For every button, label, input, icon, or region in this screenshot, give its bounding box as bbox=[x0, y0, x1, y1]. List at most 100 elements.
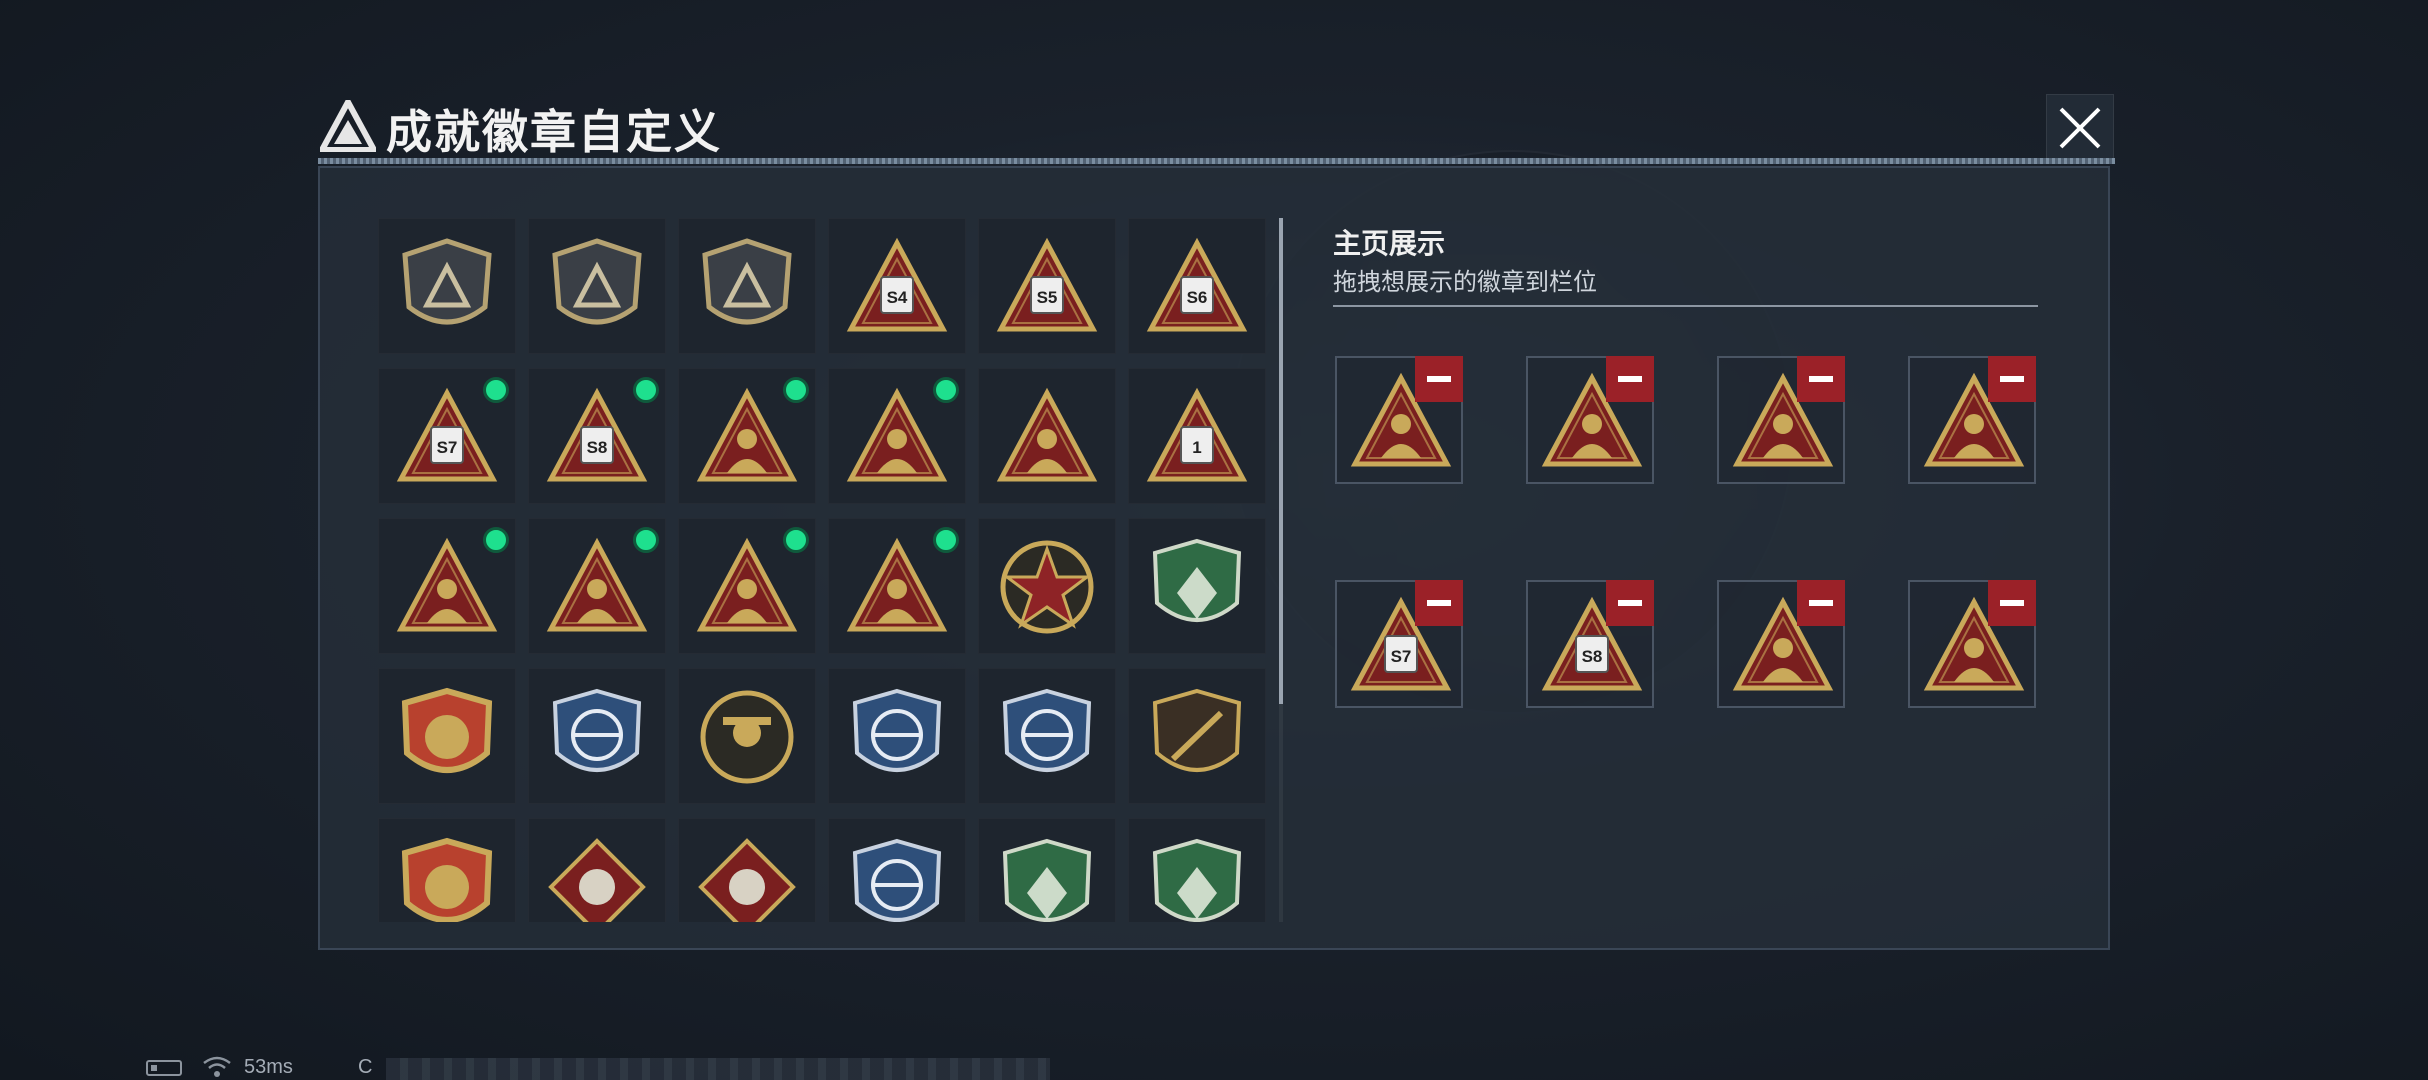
badge-icon bbox=[846, 387, 948, 482]
remove-slot-button[interactable] bbox=[1797, 356, 1845, 402]
svg-text:S8: S8 bbox=[587, 438, 608, 457]
badge-icon: S4 bbox=[846, 237, 948, 332]
badge-icon bbox=[1002, 838, 1092, 922]
badge-icon bbox=[846, 537, 948, 632]
badge-cell-blue-eagle[interactable] bbox=[828, 818, 966, 922]
badge-icon bbox=[401, 837, 493, 922]
badge-icon bbox=[696, 537, 798, 632]
badge-cell-blue-rifle[interactable] bbox=[828, 668, 966, 804]
remove-slot-button[interactable] bbox=[1606, 580, 1654, 626]
badge-cell-tri-s6[interactable]: S6 bbox=[1128, 218, 1266, 354]
player-id-prefix: C bbox=[358, 1056, 373, 1078]
badge-cell-red-wolf[interactable] bbox=[528, 818, 666, 922]
minus-icon bbox=[1809, 376, 1833, 382]
badge-cell-shield-diamond[interactable] bbox=[678, 218, 816, 354]
minus-icon bbox=[1618, 600, 1642, 606]
minus-icon bbox=[1427, 600, 1451, 606]
display-slot[interactable] bbox=[1908, 356, 2036, 484]
badge-cell-tri-s7[interactable]: S7 bbox=[378, 368, 516, 504]
badge-cell-gold-crest[interactable] bbox=[378, 668, 516, 804]
badge-cell-round-star[interactable] bbox=[978, 518, 1116, 654]
badge-icon: S5 bbox=[996, 237, 1098, 332]
badge-icon bbox=[1000, 540, 1094, 634]
badge-icon bbox=[1152, 688, 1242, 772]
close-icon bbox=[2059, 107, 2101, 149]
minus-icon bbox=[1618, 376, 1642, 382]
badge-icon bbox=[996, 387, 1098, 482]
badge-cell-blue-crest[interactable] bbox=[528, 668, 666, 804]
badge-cell-dark-rifle[interactable] bbox=[1128, 668, 1266, 804]
badge-cell-tri-s8[interactable]: S8 bbox=[528, 368, 666, 504]
display-slot[interactable]: S7 bbox=[1335, 580, 1463, 708]
badge-cell-tri-s5[interactable]: S5 bbox=[978, 218, 1116, 354]
badge-cell-red-wolf-2[interactable] bbox=[678, 818, 816, 922]
display-slot[interactable] bbox=[1335, 356, 1463, 484]
badge-cell-green-medic[interactable] bbox=[1128, 818, 1266, 922]
ping-text: 53ms bbox=[244, 1056, 293, 1078]
badge-grid[interactable]: S4 S5 S6 S7 S8 1 bbox=[378, 218, 1270, 922]
new-indicator bbox=[633, 527, 659, 553]
badge-icon bbox=[552, 688, 642, 772]
svg-text:S7: S7 bbox=[437, 438, 458, 457]
badge-icon: S8 bbox=[546, 387, 648, 482]
svg-text:1: 1 bbox=[1192, 438, 1201, 457]
badge-icon bbox=[702, 238, 792, 325]
badge-cell-shield-heli[interactable] bbox=[528, 218, 666, 354]
badge-icon bbox=[401, 687, 493, 773]
display-slot[interactable] bbox=[1717, 356, 1845, 484]
new-indicator bbox=[633, 377, 659, 403]
badge-icon bbox=[696, 387, 798, 482]
badge-cell-round-cowboy[interactable] bbox=[678, 668, 816, 804]
new-indicator bbox=[933, 377, 959, 403]
badge-icon: 1 bbox=[1146, 387, 1248, 482]
svg-text:S5: S5 bbox=[1037, 288, 1058, 307]
badge-icon: S7 bbox=[396, 387, 498, 482]
badge-icon bbox=[552, 238, 642, 325]
display-slot[interactable] bbox=[1717, 580, 1845, 708]
badge-cell-tri-bowl[interactable] bbox=[978, 368, 1116, 504]
close-button[interactable] bbox=[2046, 94, 2114, 160]
wifi-icon bbox=[203, 1056, 231, 1077]
badge-icon bbox=[1002, 688, 1092, 772]
display-slot[interactable] bbox=[1526, 356, 1654, 484]
badge-icon bbox=[402, 238, 492, 325]
svg-text:S8: S8 bbox=[1582, 647, 1603, 666]
badge-cell-tri-woman[interactable] bbox=[678, 368, 816, 504]
new-indicator bbox=[783, 377, 809, 403]
display-slot[interactable]: S8 bbox=[1526, 580, 1654, 708]
badge-cell-tri-dancer[interactable] bbox=[528, 518, 666, 654]
new-indicator bbox=[483, 527, 509, 553]
remove-slot-button[interactable] bbox=[1797, 580, 1845, 626]
badge-cell-tri-usb[interactable] bbox=[378, 518, 516, 654]
badge-cell-shield-logo[interactable] bbox=[378, 218, 516, 354]
badge-cell-gold-cross[interactable] bbox=[378, 818, 516, 922]
badge-icon bbox=[1152, 538, 1242, 622]
display-divider bbox=[1333, 305, 2038, 307]
remove-slot-button[interactable] bbox=[1606, 356, 1654, 402]
badge-cell-tri-dice[interactable] bbox=[678, 518, 816, 654]
scrollbar-thumb[interactable] bbox=[1279, 218, 1283, 704]
display-slot[interactable] bbox=[1908, 580, 2036, 708]
badge-cell-tri-s4[interactable]: S4 bbox=[828, 218, 966, 354]
badge-cell-green-crest[interactable] bbox=[1128, 518, 1266, 654]
badge-icon bbox=[396, 537, 498, 632]
badge-icon bbox=[852, 688, 942, 772]
badge-cell-tri-group[interactable] bbox=[828, 518, 966, 654]
minus-icon bbox=[2000, 600, 2024, 606]
page-title: 成就徽章自定义 bbox=[386, 106, 722, 158]
new-indicator bbox=[783, 527, 809, 553]
header-divider bbox=[318, 158, 2115, 164]
remove-slot-button[interactable] bbox=[1415, 356, 1463, 402]
new-indicator bbox=[933, 527, 959, 553]
new-indicator bbox=[483, 377, 509, 403]
remove-slot-button[interactable] bbox=[1988, 580, 2036, 626]
display-title: 主页展示 bbox=[1333, 228, 1446, 259]
remove-slot-button[interactable] bbox=[1988, 356, 2036, 402]
badge-cell-tri-one[interactable]: 1 bbox=[1128, 368, 1266, 504]
badge-cell-green-bee[interactable] bbox=[978, 818, 1116, 922]
badge-cell-tri-helmet[interactable] bbox=[828, 368, 966, 504]
badge-cell-blue-rifle-2[interactable] bbox=[978, 668, 1116, 804]
minus-icon bbox=[1809, 600, 1833, 606]
remove-slot-button[interactable] bbox=[1415, 580, 1463, 626]
badge-icon bbox=[548, 838, 646, 922]
